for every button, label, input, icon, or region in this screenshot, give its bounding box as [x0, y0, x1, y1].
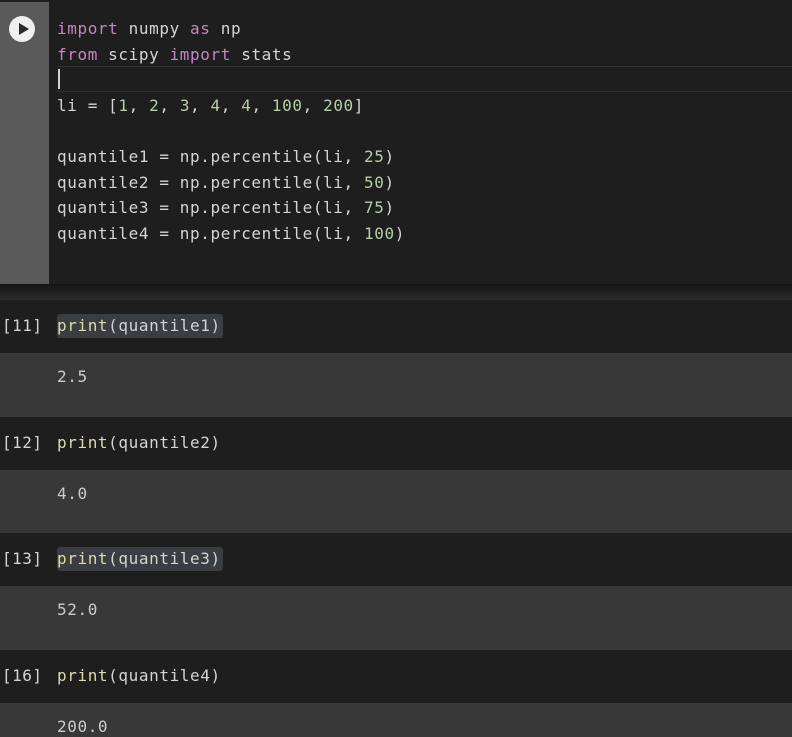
code-token: 1	[118, 96, 129, 115]
code-token: numpy	[118, 19, 191, 38]
function-name: print	[57, 666, 109, 685]
code-line: quantile4 = np.percentile(li, 100)	[57, 221, 405, 247]
code-line: from scipy import stats	[57, 42, 292, 68]
function-args: (quantile4)	[108, 666, 221, 685]
code-cell[interactable]: [16] print(quantile4)	[0, 650, 792, 703]
code-token: )	[394, 224, 405, 243]
code-token: 4	[210, 96, 221, 115]
code-editor[interactable]: import numpy as np from scipy import stat…	[49, 2, 792, 284]
code-token: 100	[271, 96, 303, 115]
code-token: 75	[363, 198, 385, 217]
code-cell-active[interactable]: import numpy as np from scipy import stat…	[0, 0, 792, 284]
code-token: 4	[241, 96, 252, 115]
code-token: quantile2 = np.percentile(li,	[57, 173, 364, 192]
output-text: 52.0	[57, 600, 98, 619]
code-token: ,	[128, 96, 150, 115]
cell-output: 52.0	[0, 586, 792, 650]
code-token: )	[384, 173, 395, 192]
cell-code[interactable]: print(quantile2)	[57, 431, 223, 455]
code-line: li = [1, 2, 3, 4, 4, 100, 200]	[57, 93, 364, 119]
code-token: )	[384, 198, 395, 217]
code-line: import numpy as np	[57, 16, 241, 42]
current-line-highlight	[57, 66, 792, 92]
cell-output: 200.0	[0, 703, 792, 737]
cell-shadow	[0, 284, 792, 300]
function-name: print	[57, 549, 109, 568]
code-line: quantile2 = np.percentile(li, 50)	[57, 170, 395, 196]
function-name: print	[57, 316, 109, 335]
code-token: ]	[353, 96, 365, 115]
code-token: as	[190, 19, 211, 38]
play-icon	[18, 23, 29, 35]
code-token: quantile4 = np.percentile(li,	[57, 224, 364, 243]
execution-count: [11]	[2, 316, 43, 335]
function-args: (quantile1)	[108, 316, 221, 335]
output-text: 2.5	[57, 367, 88, 386]
output-text: 4.0	[57, 484, 88, 503]
code-token: import	[169, 45, 231, 64]
code-token: ,	[190, 96, 211, 115]
code-token: scipy	[97, 45, 170, 64]
code-token: )	[384, 147, 395, 166]
execution-count: [12]	[2, 433, 43, 452]
code-token: np	[210, 19, 242, 38]
code-token: ,	[159, 96, 180, 115]
code-cell[interactable]: [12] print(quantile2)	[0, 417, 792, 470]
code-cell[interactable]: [13] print(quantile3)	[0, 533, 792, 586]
cell-output: 2.5	[0, 353, 792, 417]
cell-output: 4.0	[0, 470, 792, 534]
code-token: ,	[251, 96, 272, 115]
code-token: 3	[179, 96, 191, 115]
code-token: 2	[149, 96, 160, 115]
cell-code[interactable]: print(quantile3)	[57, 547, 223, 571]
code-token: ,	[302, 96, 324, 115]
code-cell[interactable]: [11] print(quantile1)	[0, 300, 792, 353]
code-token: import	[57, 19, 119, 38]
code-token: 200	[323, 96, 354, 115]
notebook: import numpy as np from scipy import stat…	[0, 0, 792, 737]
cell-code[interactable]: print(quantile4)	[57, 664, 223, 688]
code-token: 25	[363, 147, 385, 166]
code-token: ,	[220, 96, 242, 115]
code-token: quantile1 = np.percentile(li,	[57, 147, 364, 166]
code-line: quantile1 = np.percentile(li, 25)	[57, 144, 395, 170]
run-cell-button[interactable]	[9, 16, 35, 42]
code-token: from	[57, 45, 98, 64]
output-text: 200.0	[57, 717, 109, 736]
cell-gutter	[0, 2, 49, 284]
function-args: (quantile2)	[108, 433, 221, 452]
function-name: print	[57, 433, 109, 452]
code-token: 100	[363, 224, 395, 243]
code-token: stats	[230, 45, 293, 64]
code-line: quantile3 = np.percentile(li, 75)	[57, 195, 395, 221]
code-token: li = [	[57, 96, 119, 115]
text-cursor	[58, 69, 60, 89]
code-token: 50	[363, 173, 385, 192]
code-token: quantile3 = np.percentile(li,	[57, 198, 364, 217]
execution-count: [13]	[2, 549, 43, 568]
cell-code[interactable]: print(quantile1)	[57, 314, 223, 338]
execution-count: [16]	[2, 666, 43, 685]
function-args: (quantile3)	[108, 549, 221, 568]
